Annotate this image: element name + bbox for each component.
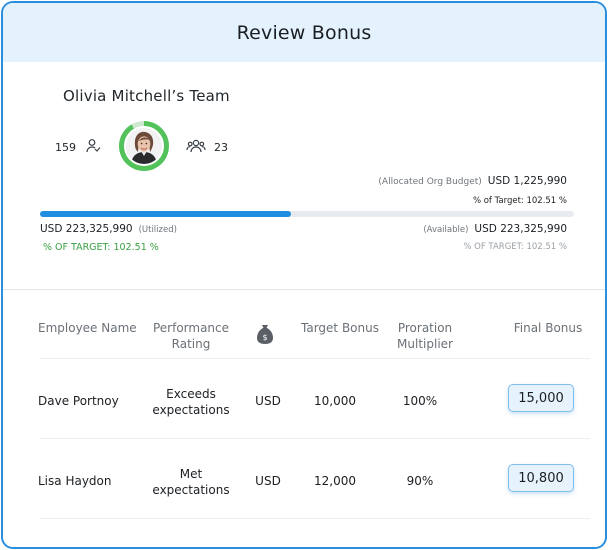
header-proration-line2: Multiplier xyxy=(397,337,453,351)
row2-currency: USD xyxy=(255,474,281,488)
avatar-photo xyxy=(124,126,164,166)
avatar xyxy=(119,121,169,171)
available-pct: % OF TARGET: 102.51 % xyxy=(463,242,567,252)
header-employee-name: Employee Name xyxy=(38,321,137,335)
review-bonus-card: Review Bonus Olivia Mitchell’s Team 159 xyxy=(1,1,607,549)
page-title: Review Bonus xyxy=(236,21,372,44)
header-proration-multiplier: Proration Multiplier xyxy=(383,320,467,352)
row2-rating-line1: Met xyxy=(179,467,203,481)
team-stat-left: 159 xyxy=(55,137,102,158)
available-value: USD 223,325,990 xyxy=(474,223,567,235)
header-proration-line1: Proration xyxy=(397,321,453,335)
row1-rating-line1: Exceeds xyxy=(166,387,216,401)
pct-of-target-top: % of Target: 102.51 % xyxy=(472,196,567,206)
row2-rating-line2: expectations xyxy=(152,483,230,497)
row1-final-bonus-input[interactable]: 15,000 xyxy=(508,384,574,412)
row-separator xyxy=(40,518,590,519)
row1-proration: 100% xyxy=(402,394,438,408)
header-separator xyxy=(40,358,590,359)
utilized-label: (Utilized) xyxy=(138,225,177,235)
header-rating-line2: Rating xyxy=(171,337,211,351)
header-bar: Review Bonus xyxy=(3,3,605,62)
row1-employee-name: Dave Portnoy xyxy=(38,394,119,408)
allocated-value: USD 1,225,990 xyxy=(487,175,567,187)
header-performance-rating: Performance Rating xyxy=(141,320,241,352)
row2-employee-name: Lisa Haydon xyxy=(38,474,112,488)
header-target-bonus: Target Bonus xyxy=(301,321,379,335)
allocated-budget: (Allocated Org Budget) USD 1,225,990 xyxy=(378,175,567,187)
money-bag-icon: $ xyxy=(253,323,277,349)
row2-proration: 90% xyxy=(406,474,434,488)
row2-target-bonus: 12,000 xyxy=(314,474,356,488)
row1-rating: Exceeds expectations xyxy=(141,386,241,418)
utilized-pct: % OF TARGET: 102.51 % xyxy=(43,242,159,253)
team-icon xyxy=(186,137,206,158)
header-rating-line1: Performance xyxy=(152,321,230,335)
row1-target-bonus: 10,000 xyxy=(314,394,356,408)
row2-rating: Met expectations xyxy=(141,466,241,498)
left-count: 159 xyxy=(55,141,76,154)
utilized-value: USD 223,325,990 xyxy=(40,223,133,235)
allocated-label: (Allocated Org Budget) xyxy=(378,177,482,187)
row-separator xyxy=(40,438,590,439)
available-label: (Available) xyxy=(423,225,469,235)
available-budget: (Available) USD 223,325,990 xyxy=(423,223,567,235)
row1-rating-line2: expectations xyxy=(152,403,230,417)
budget-progress-fill xyxy=(40,211,291,217)
budget-progress-bar xyxy=(40,211,574,217)
utilized-budget: USD 223,325,990 (Utilized) xyxy=(40,223,177,235)
section-divider xyxy=(3,289,605,290)
row2-final-bonus-input[interactable]: 10,800 xyxy=(508,464,574,492)
right-count: 23 xyxy=(214,141,228,154)
header-final-bonus: Final Bonus xyxy=(513,321,583,335)
team-stat-right: 23 xyxy=(186,137,228,158)
team-name: Olivia Mitchell’s Team xyxy=(63,87,230,105)
employee-icon xyxy=(84,137,102,158)
svg-text:$: $ xyxy=(262,333,267,342)
row1-currency: USD xyxy=(255,394,281,408)
